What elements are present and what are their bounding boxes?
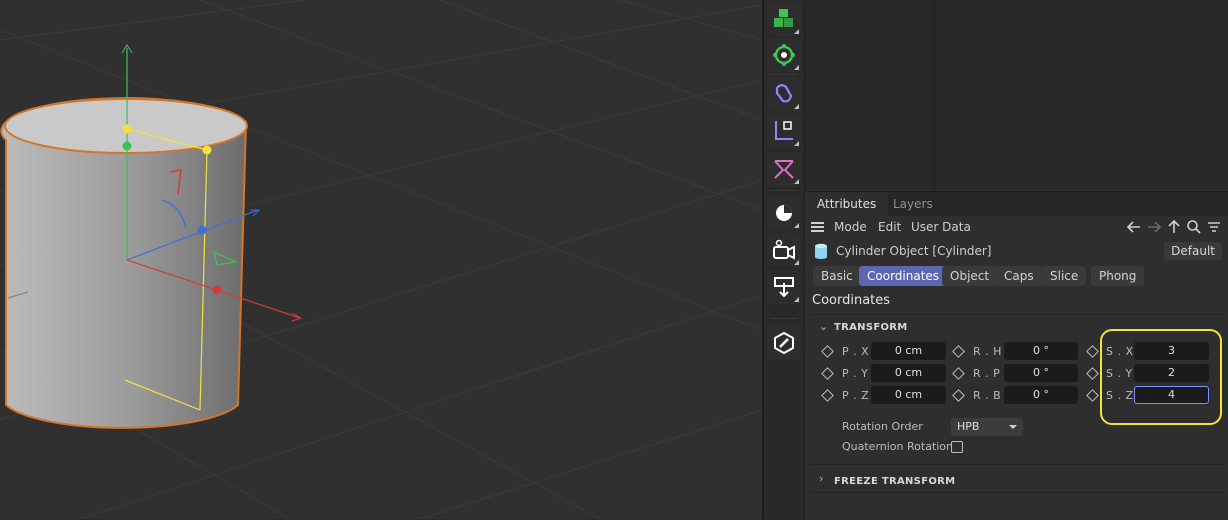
- pos-z-field[interactable]: 0 cm: [871, 386, 946, 404]
- tab-attributes[interactable]: Attributes: [805, 192, 889, 216]
- command-toolbar: [764, 0, 805, 519]
- pos-y-label: P . Y: [842, 367, 869, 380]
- arrow-left-icon[interactable]: [1126, 219, 1142, 235]
- scale-highlight-outline: [1100, 329, 1222, 425]
- rot-p-field[interactable]: 0 °: [1004, 364, 1078, 382]
- attribute-tabs: Attributes Layers: [805, 192, 1228, 216]
- viewport-canvas: [0, 0, 762, 519]
- tab-layers[interactable]: Layers: [881, 192, 945, 216]
- rotation-order-label: Rotation Order: [842, 420, 923, 433]
- rotation-order-select[interactable]: HPB: [951, 418, 1023, 436]
- keyframe-diamond-icon[interactable]: [821, 345, 834, 358]
- menu-mode[interactable]: Mode: [834, 216, 867, 238]
- attribute-menubar: Mode Edit User Data: [805, 216, 1228, 238]
- tab-phong[interactable]: Phong: [1091, 266, 1145, 286]
- keyframe-diamond-icon[interactable]: [1086, 389, 1099, 402]
- generator-button[interactable]: [767, 38, 801, 72]
- tab-slice[interactable]: Slice: [1042, 266, 1087, 286]
- deformer-icon: [775, 121, 793, 140]
- menu-user-data[interactable]: User Data: [911, 216, 971, 238]
- rot-h-field[interactable]: 0 °: [1004, 342, 1078, 360]
- generator-icon: [773, 44, 795, 66]
- camera-icon: [773, 239, 795, 260]
- field-button[interactable]: [767, 152, 801, 186]
- freeze-transform-header[interactable]: FREEZE TRANSFORM: [834, 476, 955, 487]
- pos-z-label: P . Z: [842, 389, 870, 402]
- cube-primitive-icon: [774, 9, 793, 27]
- quaternion-rotation-label: Quaternion Rotation: [842, 440, 954, 453]
- tab-caps[interactable]: Caps: [996, 266, 1042, 286]
- spline-button[interactable]: [767, 77, 801, 111]
- keyframe-diamond-icon[interactable]: [952, 367, 965, 380]
- rotation-order-value: HPB: [957, 420, 980, 433]
- floor-icon: [774, 277, 794, 298]
- arrow-up-icon[interactable]: [1166, 219, 1182, 235]
- floor-button[interactable]: [767, 270, 801, 304]
- rot-b-field[interactable]: 0 °: [1004, 386, 1078, 404]
- freeze-chevron-icon[interactable]: ›: [819, 472, 823, 485]
- object-title: Cylinder Object [Cylinder]: [836, 244, 992, 258]
- light-icon: [776, 205, 792, 221]
- edit-tag-icon: [774, 331, 794, 355]
- cube-primitive-button[interactable]: [767, 2, 801, 36]
- keyframe-diamond-icon[interactable]: [1086, 345, 1099, 358]
- quaternion-rotation-checkbox[interactable]: [951, 441, 963, 453]
- viewport-3d[interactable]: [0, 0, 762, 519]
- object-header: Cylinder Object [Cylinder] Default: [805, 240, 1228, 262]
- rot-p-label: R . P: [973, 367, 1001, 380]
- light-button[interactable]: [767, 196, 801, 230]
- keyframe-diamond-icon[interactable]: [1086, 367, 1099, 380]
- keyframe-diamond-icon[interactable]: [821, 389, 834, 402]
- transform-header[interactable]: TRANSFORM: [834, 322, 908, 333]
- hamburger-menu-icon[interactable]: [811, 222, 824, 232]
- deformer-button[interactable]: [767, 114, 801, 148]
- tab-basic[interactable]: Basic: [813, 266, 861, 286]
- object-manager-divider[interactable]: [934, 0, 935, 190]
- tab-coordinates[interactable]: Coordinates: [859, 266, 948, 286]
- rot-b-label: R . B: [973, 389, 1002, 402]
- rot-h-label: R . H: [973, 345, 1002, 358]
- camera-button[interactable]: [767, 233, 801, 267]
- filter-icon[interactable]: [1206, 219, 1222, 235]
- attribute-manager: Attributes Layers Mode Edit User Data Cy…: [805, 191, 1228, 520]
- default-button[interactable]: Default: [1164, 242, 1222, 260]
- keyframe-diamond-icon[interactable]: [952, 389, 965, 402]
- cylinder-object-icon: [815, 243, 827, 259]
- keyframe-diamond-icon[interactable]: [821, 367, 834, 380]
- pos-x-label: P . X: [842, 345, 870, 358]
- tab-object[interactable]: Object: [942, 266, 998, 286]
- field-icon: [774, 160, 794, 179]
- pos-x-field[interactable]: 0 cm: [871, 342, 946, 360]
- keyframe-diamond-icon[interactable]: [952, 345, 965, 358]
- spline-icon: [775, 84, 793, 103]
- chevron-down-icon: [1009, 425, 1017, 429]
- pos-y-field[interactable]: 0 cm: [871, 364, 946, 382]
- section-title: Coordinates: [812, 293, 891, 308]
- object-manager[interactable]: [805, 0, 1228, 190]
- search-icon[interactable]: [1186, 219, 1202, 235]
- arrow-right-icon[interactable]: [1146, 219, 1162, 235]
- menu-edit[interactable]: Edit: [878, 216, 901, 238]
- transform-chevron-icon[interactable]: ⌄: [819, 320, 828, 333]
- edit-tag-button[interactable]: [767, 326, 801, 360]
